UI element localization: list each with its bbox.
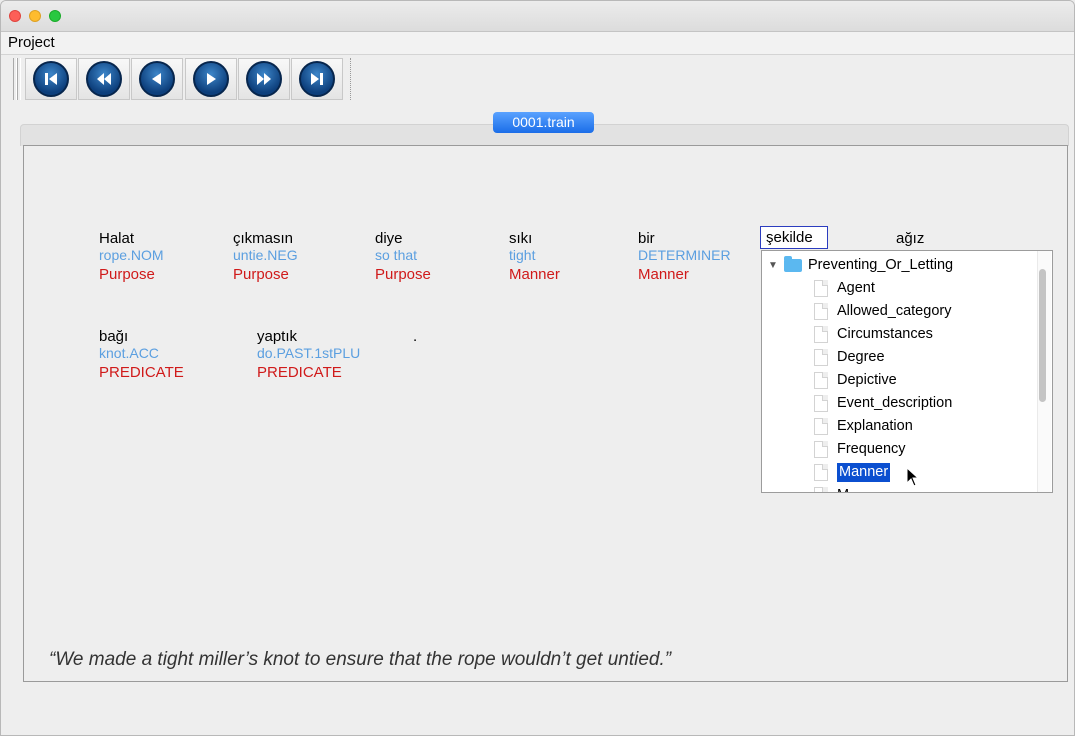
word-gloss: untie.NEG (233, 247, 298, 263)
word-text: çıkmasın (233, 230, 294, 247)
word-item[interactable]: bir DETERMINER Manner (638, 230, 731, 283)
word-item[interactable]: diye so that Purpose (375, 230, 431, 283)
tree-item[interactable]: M... (814, 484, 861, 492)
tree-item-label: Manner (837, 463, 891, 482)
word-item[interactable]: . (413, 328, 417, 345)
tree-item[interactable]: Explanation (814, 415, 913, 438)
app-window: Project 0001.train Halat rope.NOM Purpos… (0, 0, 1075, 736)
word-item[interactable]: sıkı tight Manner (509, 230, 560, 283)
word-gloss: do.PAST.1stPLU (257, 345, 361, 361)
fast-backward-icon (97, 73, 111, 85)
next-button[interactable] (185, 58, 237, 100)
word-text: sıkı (509, 230, 533, 247)
word-text: bir (638, 230, 655, 247)
toolbar-separator (350, 58, 353, 100)
word-text: yaptık (257, 328, 298, 345)
document-icon (814, 372, 828, 389)
document-icon (814, 395, 828, 412)
word-role: Purpose (233, 266, 289, 283)
title-bar (1, 1, 1074, 32)
tree-item-label: Degree (837, 349, 885, 365)
skip-to-start-icon (45, 73, 57, 85)
word-role: Manner (509, 266, 560, 283)
word-gloss: tight (509, 247, 536, 263)
document-icon (814, 464, 828, 481)
word-role: Purpose (375, 266, 431, 283)
word-gloss: so that (375, 247, 418, 263)
word-text: ağız (896, 230, 925, 247)
tree-item-label: Agent (837, 280, 875, 296)
word-role: Purpose (99, 266, 155, 283)
document-icon (814, 280, 828, 297)
tree-item[interactable]: Frequency (814, 438, 906, 461)
minimize-window-button[interactable] (29, 10, 41, 22)
tree-scrollbar[interactable] (1037, 251, 1051, 492)
tree-item-label: Event_description (837, 395, 953, 411)
word-item[interactable]: bağı knot.ACC PREDICATE (99, 328, 184, 381)
document-icon (814, 418, 828, 435)
tree-item-label: Explanation (837, 418, 913, 434)
word-item[interactable]: ağız (896, 230, 924, 247)
tree-item[interactable]: Allowed_category (814, 300, 951, 323)
word-gloss: knot.ACC (99, 345, 159, 361)
tree-item-label: Allowed_category (837, 303, 952, 319)
menu-bar: Project (1, 32, 1074, 55)
selected-word[interactable]: şekilde (760, 226, 828, 249)
first-button[interactable] (25, 58, 77, 100)
tree-item-selected[interactable]: Manner (814, 461, 891, 484)
word-text: diye (375, 230, 403, 247)
toolbar (1, 55, 1074, 103)
word-item[interactable]: Halat rope.NOM Purpose (99, 230, 164, 283)
rewind-button[interactable] (78, 58, 130, 100)
word-text: Halat (99, 230, 135, 247)
sentence-translation: “We made a tight miller’s knot to ensure… (49, 649, 672, 670)
folder-icon (784, 256, 802, 272)
word-gloss: rope.NOM (99, 247, 164, 263)
document-icon (814, 303, 828, 320)
tree-root-label: Preventing_Or_Letting (808, 257, 954, 273)
word-role: Manner (638, 266, 689, 283)
tab-0001-train[interactable]: 0001.train (493, 112, 594, 133)
document-icon (814, 349, 828, 366)
tree-item[interactable]: Event_description (814, 392, 952, 415)
word-role: PREDICATE (99, 364, 184, 381)
word-text: . (413, 328, 418, 345)
fast-forward-icon (257, 73, 271, 85)
maximize-window-button[interactable] (49, 10, 61, 22)
tree-item-label: Circumstances (837, 326, 933, 342)
tree-item-label: Frequency (837, 441, 906, 457)
previous-button[interactable] (131, 58, 183, 100)
word-item[interactable]: yaptık do.PAST.1stPLU PREDICATE (257, 328, 360, 381)
tree-item[interactable]: Depictive (814, 369, 897, 392)
word-text: bağı (99, 328, 129, 345)
expand-triangle-icon[interactable]: ▼ (768, 254, 784, 277)
word-role: PREDICATE (257, 364, 342, 381)
word-gloss: DETERMINER (638, 247, 731, 263)
tree-item[interactable]: Circumstances (814, 323, 933, 346)
tree-item[interactable]: Agent (814, 277, 875, 300)
tree-item-label: M... (837, 484, 861, 492)
tree-root[interactable]: ▼ Preventing_Or_Letting (768, 254, 953, 277)
tree-item-label: Depictive (837, 372, 897, 388)
step-backward-icon (152, 73, 161, 85)
document-icon (814, 441, 828, 458)
document-icon (814, 326, 828, 343)
skip-to-end-icon (311, 73, 323, 85)
word-item[interactable]: çıkmasın untie.NEG Purpose (233, 230, 298, 283)
menu-project[interactable]: Project (8, 34, 55, 51)
toolbar-grip (17, 58, 21, 100)
fast-forward-button[interactable] (238, 58, 290, 100)
mouse-pointer-icon (906, 467, 920, 487)
step-forward-icon (207, 73, 216, 85)
close-window-button[interactable] (9, 10, 21, 22)
last-button[interactable] (291, 58, 343, 100)
tree-item[interactable]: Degree (814, 346, 885, 369)
document-icon (814, 487, 828, 492)
frame-element-tree[interactable]: ▼ Preventing_Or_Letting Agent Allowed_ca… (761, 250, 1053, 493)
scrollbar-thumb[interactable] (1039, 269, 1046, 402)
